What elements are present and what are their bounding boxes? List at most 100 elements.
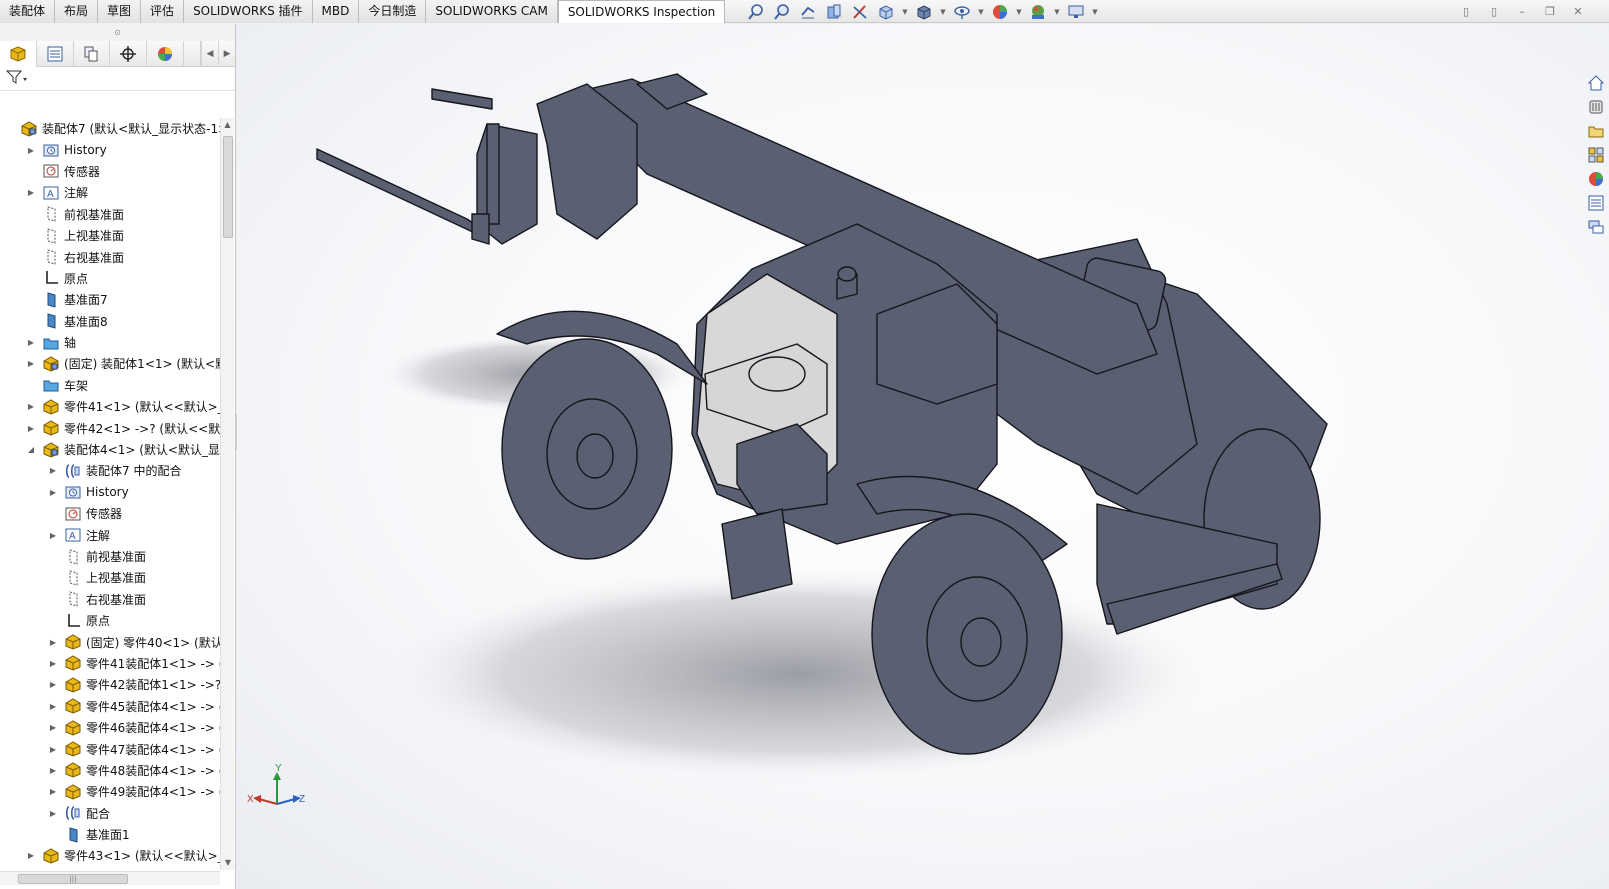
telehandler-model[interactable]: Y X Z <box>237 24 1609 889</box>
expand-icon[interactable]: ▶ <box>48 659 58 668</box>
tree-item[interactable]: 原点 <box>0 610 220 631</box>
tile-right-icon[interactable]: ▯ <box>1485 2 1503 20</box>
tree-item[interactable]: ▶ 零件45装配体4<1> -> (默认 <box>0 696 220 717</box>
tree-item[interactable]: ▶ 轴 <box>0 332 220 353</box>
design-library-icon[interactable] <box>1585 96 1607 117</box>
file-explorer-icon[interactable] <box>1585 120 1607 141</box>
propertymanager-tab-icon[interactable] <box>37 41 74 67</box>
tree-item[interactable]: 传感器 <box>0 161 220 182</box>
tree-item[interactable]: ▶ History <box>0 139 220 160</box>
forum-icon[interactable] <box>1585 216 1607 237</box>
filter-icon[interactable] <box>5 69 28 88</box>
expand-icon[interactable]: ▶ <box>26 851 36 860</box>
solidworks-resources-icon[interactable] <box>1585 72 1607 93</box>
expand-icon[interactable]: ▶ <box>48 680 58 689</box>
vertical-scroll-thumb[interactable] <box>223 136 233 238</box>
tree-item[interactable]: ▶ 零件47装配体4<1> -> (默认 <box>0 738 220 759</box>
command-tab[interactable]: 评估 <box>141 0 185 23</box>
restore-icon[interactable]: ❐ <box>1541 2 1559 20</box>
view-settings-dropdown-icon[interactable]: ▼ <box>1091 2 1099 21</box>
expand-icon[interactable]: ▶ <box>48 723 58 732</box>
collapse-icon[interactable]: ◢ <box>26 445 36 454</box>
tree-item[interactable]: ▶ 零件41装配体1<1> -> (默认 <box>0 653 220 674</box>
close-icon[interactable]: ✕ <box>1569 2 1587 20</box>
hide-show-items-icon[interactable] <box>951 2 973 21</box>
tree-item[interactable]: 前视基准面 <box>0 546 220 567</box>
tree-vertical-scrollbar[interactable]: ▲ ▼ <box>220 118 234 870</box>
command-tab[interactable]: 今日制造 <box>359 0 427 23</box>
configurationmanager-tab-icon[interactable] <box>74 41 111 67</box>
tree-item[interactable]: ◢ 装配体4<1> (默认<默认_显示状 <box>0 439 220 460</box>
expand-icon[interactable]: ▶ <box>48 787 58 796</box>
expand-icon[interactable]: ▶ <box>26 424 36 433</box>
appearance-dropdown-icon[interactable]: ▼ <box>1015 2 1023 21</box>
graphics-area[interactable]: Y X Z <box>237 24 1609 889</box>
expand-icon[interactable]: ▶ <box>48 531 58 540</box>
expand-icon[interactable]: ▶ <box>48 702 58 711</box>
displaymanager-tab-icon[interactable] <box>147 41 184 67</box>
command-tab[interactable]: MBD <box>312 0 360 23</box>
display-style-dropdown-icon[interactable]: ▼ <box>939 2 947 21</box>
display-style-icon[interactable] <box>913 2 935 21</box>
expand-icon[interactable]: ▶ <box>26 146 36 155</box>
view-palette-icon[interactable] <box>1585 144 1607 165</box>
tree-item[interactable]: 基准面1 <box>0 824 220 845</box>
extra-tab-icon[interactable] <box>184 41 201 67</box>
expand-icon[interactable]: ▶ <box>48 745 58 754</box>
appearances-icon[interactable] <box>1585 168 1607 189</box>
tree-item[interactable]: 基准面7 <box>0 289 220 310</box>
tree-item[interactable]: 传感器 <box>0 503 220 524</box>
command-tab[interactable]: SOLIDWORKS Inspection <box>557 0 726 23</box>
tree-item[interactable]: ▶ (固定) 装配体1<1> (默认<默认_ <box>0 353 220 374</box>
view-orientation-dropdown-icon[interactable]: ▼ <box>901 2 909 21</box>
expand-icon[interactable]: ▶ <box>48 809 58 818</box>
zoom-to-area-icon[interactable] <box>771 2 793 21</box>
scroll-up-icon[interactable]: ▲ <box>221 118 234 132</box>
tree-item[interactable]: ▶ 零件41<1> (默认<<默认>_显示 <box>0 396 220 417</box>
tab-scroll-left-icon[interactable]: ◀ <box>201 41 218 67</box>
tree-item[interactable]: 上视基准面 <box>0 225 220 246</box>
tree-item[interactable]: ▶ 零件42<1> ->? (默认<<默认>_ <box>0 417 220 438</box>
apply-scene-icon[interactable] <box>1027 2 1049 21</box>
minimize-icon[interactable]: – <box>1513 2 1531 20</box>
tree-item[interactable]: ▶ 装配体7 中的配合 <box>0 460 220 481</box>
tree-item[interactable]: ▶ 配合 <box>0 803 220 824</box>
tree-item[interactable]: 右视基准面 <box>0 589 220 610</box>
horizontal-scroll-thumb[interactable]: ||| <box>18 874 128 884</box>
tree-item[interactable]: ▶ A 注解 <box>0 182 220 203</box>
tile-left-icon[interactable]: ▯ <box>1457 2 1475 20</box>
tree-item[interactable]: 上视基准面 <box>0 567 220 588</box>
expand-icon[interactable]: ▶ <box>26 188 36 197</box>
zoom-to-fit-icon[interactable] <box>745 2 767 21</box>
command-tab[interactable]: 草图 <box>98 0 142 23</box>
tree-item[interactable]: 车架 <box>0 375 220 396</box>
tree-item[interactable]: 基准面8 <box>0 311 220 332</box>
expand-icon[interactable]: ▶ <box>48 466 58 475</box>
command-tab[interactable]: 装配体 <box>0 0 56 23</box>
tab-scroll-right-icon[interactable]: ▶ <box>218 41 235 67</box>
scroll-down-icon[interactable]: ▼ <box>221 856 235 870</box>
command-tab[interactable]: SOLIDWORKS 插件 <box>184 0 313 23</box>
hide-show-dropdown-icon[interactable]: ▼ <box>977 2 985 21</box>
view-orientation-icon[interactable] <box>875 2 897 21</box>
custom-properties-icon[interactable] <box>1585 192 1607 213</box>
tree-horizontal-scrollbar[interactable]: ||| <box>0 871 220 885</box>
tree-item[interactable]: 装配体7 (默认<默认_显示状态-1>) <box>0 118 220 139</box>
expand-icon[interactable]: ▶ <box>48 488 58 497</box>
tree-item[interactable]: ▶ (固定) 零件40<1> (默认<< <box>0 631 220 652</box>
view-settings-icon[interactable] <box>1065 2 1087 21</box>
edit-appearance-icon[interactable] <box>989 2 1011 21</box>
tree-item[interactable]: ▶ 零件42装配体1<1> ->? (默 <box>0 674 220 695</box>
tree-item[interactable]: 右视基准面 <box>0 246 220 267</box>
tree-item[interactable]: ▶ 零件48装配体4<1> -> (默认 <box>0 760 220 781</box>
tree-item[interactable]: ▶ 零件49装配体4<1> -> (默认 <box>0 781 220 802</box>
expand-icon[interactable]: ▶ <box>26 338 36 347</box>
tree-item[interactable]: 原点 <box>0 268 220 289</box>
scene-dropdown-icon[interactable]: ▼ <box>1053 2 1061 21</box>
expand-icon[interactable]: ▶ <box>26 402 36 411</box>
tree-item[interactable]: ▶ 零件46装配体4<1> -> (默认 <box>0 717 220 738</box>
featuremanager-tab-icon[interactable] <box>0 41 37 67</box>
expand-icon[interactable]: ▶ <box>48 638 58 647</box>
dynamic-annotation-icon[interactable] <box>849 2 871 21</box>
section-view-icon[interactable] <box>823 2 845 21</box>
